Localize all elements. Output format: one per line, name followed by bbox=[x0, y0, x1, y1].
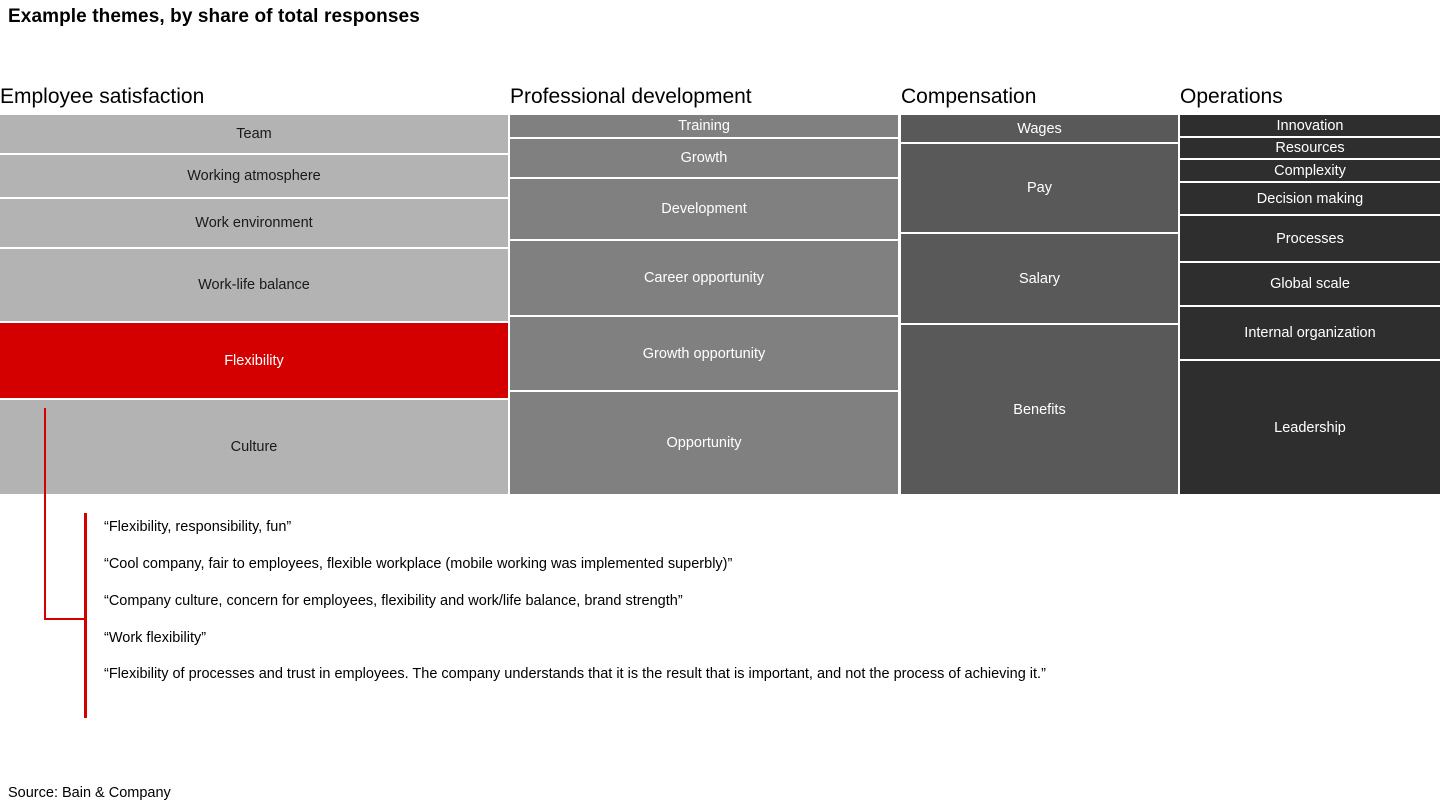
treemap-cell[interactable]: Wages bbox=[901, 115, 1178, 143]
treemap-cell-label: Growth opportunity bbox=[642, 345, 766, 362]
treemap-cell-label: Global scale bbox=[1270, 276, 1350, 293]
treemap-cell-label: Working atmosphere bbox=[187, 168, 321, 185]
treemap-cell-label: Innovation bbox=[1276, 117, 1344, 134]
treemap-cell[interactable]: Decision making bbox=[1180, 183, 1440, 215]
treemap-cell[interactable]: Pay bbox=[901, 144, 1178, 233]
treemap-cell-label: Decision making bbox=[1256, 190, 1364, 207]
treemap-cell-label: Pay bbox=[1027, 180, 1052, 197]
treemap-cell-label: Work-life balance bbox=[198, 277, 310, 294]
treemap-cell[interactable]: Processes bbox=[1180, 216, 1440, 262]
treemap-cell-label: Benefits bbox=[1013, 401, 1066, 418]
connector-vertical-thin bbox=[44, 408, 46, 620]
source-note: Source: Bain & Company bbox=[8, 785, 171, 801]
treemap-cell[interactable]: Culture bbox=[0, 400, 508, 495]
treemap-column-stack: Training Growth Development Career opportun… bbox=[510, 115, 898, 496]
quote-list: “Flexibility, responsibility, fun” “Cool … bbox=[104, 518, 1134, 684]
treemap-cell-label: Internal organization bbox=[1244, 325, 1376, 342]
treemap-cell[interactable]: Salary bbox=[901, 234, 1178, 324]
treemap-column-stack: Innovation Resources Complexity Decision ma… bbox=[1180, 115, 1440, 496]
treemap-cell[interactable]: Internal organization bbox=[1180, 307, 1440, 360]
treemap-cell-label: Salary bbox=[1018, 270, 1061, 287]
treemap-cell[interactable]: Team bbox=[0, 115, 508, 154]
quote-item: “Work flexibility” bbox=[104, 629, 207, 646]
treemap-cell-label: Growth bbox=[680, 150, 728, 167]
treemap-cell[interactable]: Growth opportunity bbox=[510, 317, 898, 391]
treemap-column-header: Employee satisfaction bbox=[0, 85, 205, 108]
treemap-cell-label: Work environment bbox=[195, 215, 313, 232]
treemap-cell-label: Leadership bbox=[1274, 419, 1346, 436]
treemap-cell[interactable]: Innovation bbox=[1180, 115, 1440, 137]
treemap-column-header: Operations bbox=[1180, 85, 1283, 108]
treemap-cell-label: Opportunity bbox=[666, 435, 742, 452]
treemap-cell[interactable]: Development bbox=[510, 179, 898, 240]
connector-horizontal-thin bbox=[44, 618, 87, 620]
treemap-cell[interactable]: Complexity bbox=[1180, 160, 1440, 182]
quote-item: “Company culture, concern for employees,… bbox=[104, 592, 683, 609]
treemap-cell[interactable]: Growth bbox=[510, 139, 898, 178]
treemap-cell[interactable]: Opportunity bbox=[510, 392, 898, 495]
treemap-cell-label: Complexity bbox=[1274, 162, 1346, 179]
treemap-column-1: Employee satisfaction Team Working atmosph… bbox=[0, 82, 508, 496]
treemap-cell[interactable]: Global scale bbox=[1180, 263, 1440, 306]
treemap-cell-label: Resources bbox=[1275, 140, 1345, 157]
treemap-cell-label: Training bbox=[678, 118, 730, 135]
quote-item: “Flexibility of processes and trust in e… bbox=[104, 666, 1046, 683]
treemap-cell-label: Team bbox=[236, 126, 272, 143]
treemap-chart: Employee satisfaction Team Working atmosph… bbox=[0, 82, 1440, 496]
treemap-column-4: Operations Innovation Resources Complexity D… bbox=[1180, 82, 1440, 496]
treemap-cell-label: Processes bbox=[1276, 230, 1344, 247]
treemap-cell[interactable]: Leadership bbox=[1180, 361, 1440, 495]
connector-vertical-thick bbox=[84, 513, 88, 718]
treemap-cell-label: Career opportunity bbox=[643, 270, 765, 287]
treemap-column-3: Compensation Wages Pay Salary Benefits bbox=[901, 82, 1178, 496]
treemap-column-stack: Wages Pay Salary Benefits bbox=[901, 115, 1178, 496]
treemap-cell-label: Development bbox=[661, 201, 747, 218]
treemap-cell[interactable]: Training bbox=[510, 115, 898, 138]
treemap-cell[interactable]: Work environment bbox=[0, 199, 508, 248]
quote-item: “Cool company, fair to employees, flexib… bbox=[104, 555, 733, 572]
treemap-cell[interactable]: Work-life balance bbox=[0, 249, 508, 322]
treemap-cell[interactable]: Benefits bbox=[901, 325, 1178, 495]
treemap-cell-label: Flexibility bbox=[224, 352, 284, 369]
treemap-cell-label: Wages bbox=[1017, 120, 1062, 137]
quote-item: “Flexibility, responsibility, fun” bbox=[104, 519, 292, 535]
treemap-cell-highlighted[interactable]: Flexibility bbox=[0, 323, 508, 399]
treemap-column-header: Professional development bbox=[510, 85, 752, 108]
treemap-cell[interactable]: Resources bbox=[1180, 138, 1440, 159]
treemap-column-header: Compensation bbox=[901, 85, 1037, 108]
treemap-cell[interactable]: Career opportunity bbox=[510, 241, 898, 316]
treemap-column-stack: Team Working atmosphere Work environment Wo… bbox=[0, 115, 508, 496]
treemap-cell-label: Culture bbox=[230, 439, 278, 456]
treemap-column-2: Professional development Training Growth De… bbox=[510, 82, 898, 496]
page-title: Example themes, by share of total respon… bbox=[8, 6, 420, 27]
treemap-cell[interactable]: Working atmosphere bbox=[0, 155, 508, 198]
